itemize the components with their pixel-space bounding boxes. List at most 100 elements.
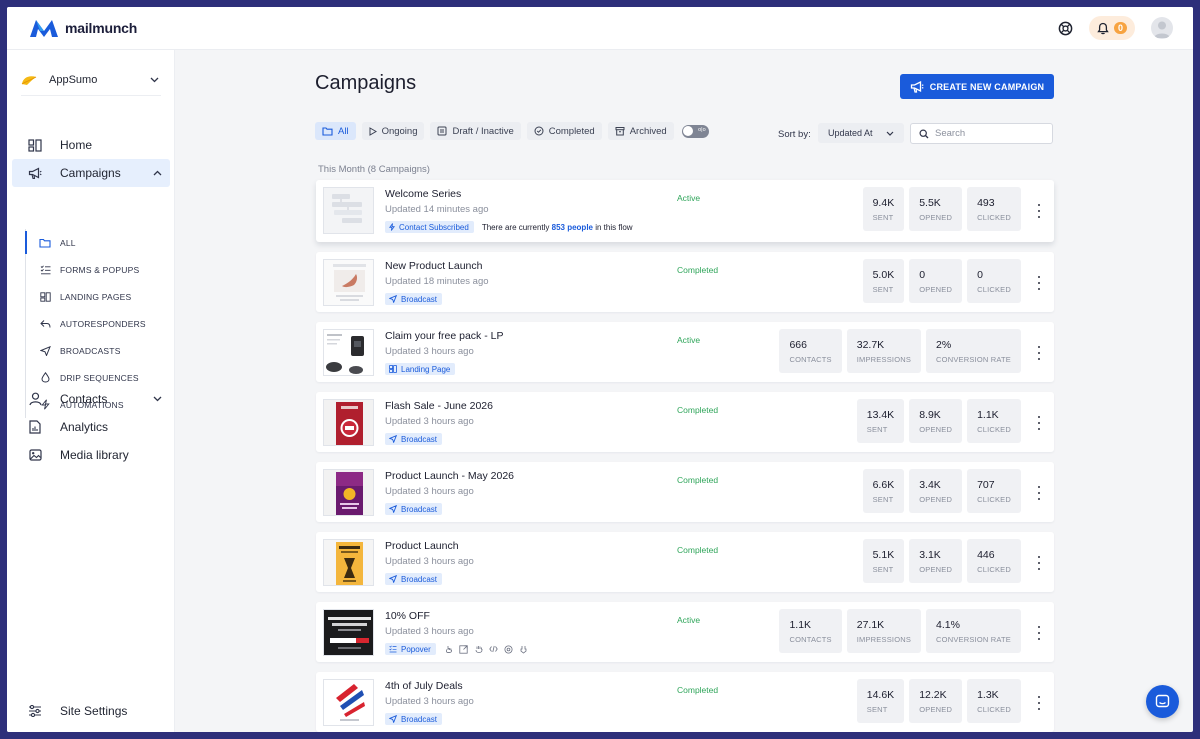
flow-note-pre: There are currently [481,222,552,232]
send-icon [389,435,397,443]
filter-label: Archived [629,125,667,137]
campaign-name[interactable]: New Product Launch [385,260,482,272]
filter-all[interactable]: All [315,122,356,140]
campaign-stats: 9.4K SENT 5.5K OPENED 493 CLICKED [858,187,1021,231]
sidebar-item-campaigns[interactable]: Campaigns [12,159,170,187]
campaign-name[interactable]: Claim your free pack - LP [385,330,503,342]
campaign-row[interactable]: 10% OFF Updated 3 hours ago Popover Acti… [316,602,1054,662]
submenu-item-broadcasts[interactable]: BROADCASTS [26,337,170,364]
status-badge: Active [677,615,701,625]
sidebar-item-site-settings[interactable]: Site Settings [12,697,170,725]
campaign-list: Welcome Series Updated 14 minutes ago Co… [316,180,1054,732]
archived-toggle[interactable]: o|o [681,124,709,138]
main-content: Campaigns CREATE NEW CAMPAIGN All Ongoin… [175,50,1193,732]
more-options-icon[interactable] [1036,204,1042,218]
stat-value: 446 [977,548,995,561]
workspace-selector[interactable]: AppSumo [21,64,161,96]
campaign-name[interactable]: 4th of July Deals [385,680,463,692]
filter-label: All [338,125,349,137]
chevron-up-icon [153,170,162,176]
logo[interactable]: mailmunch [28,16,137,40]
campaign-type-tag: Popover [385,643,436,655]
submenu-item-landing-pages[interactable]: LANDING PAGES [26,283,170,310]
campaign-thumbnail[interactable] [323,609,374,656]
create-campaign-button[interactable]: CREATE NEW CAMPAIGN [900,74,1054,99]
more-options-icon[interactable] [1036,346,1042,360]
campaign-name[interactable]: Flash Sale - June 2026 [385,400,493,412]
sort-value: Updated At [828,128,873,138]
sidebar-item-contacts[interactable]: Contacts [12,385,170,413]
more-options-icon[interactable] [1036,276,1042,290]
stat-label: CLICKED [977,704,1011,714]
campaign-thumbnail[interactable] [323,539,374,586]
campaign-name[interactable]: Product Launch - May 2026 [385,470,514,482]
top-bar: mailmunch 0 [7,7,1193,50]
sidebar-item-analytics[interactable]: Analytics [12,413,170,441]
stat-opened: 12.2K OPENED [909,679,963,723]
filter-archived[interactable]: Archived [607,122,674,140]
campaign-thumbnail[interactable] [323,259,374,306]
stat-value: 32.7K [856,338,885,351]
filter-completed[interactable]: Completed [526,122,602,140]
submenu-label: FORMS & POPUPS [60,264,140,275]
flow-note-post: in this flow [593,222,633,232]
chat-button[interactable] [1146,685,1179,718]
submenu-label: ALL [60,237,76,248]
campaign-row[interactable]: New Product Launch Updated 18 minutes ag… [316,252,1054,312]
more-options-icon[interactable] [1036,416,1042,430]
more-options-icon[interactable] [1036,626,1042,640]
stat-label: SENT [872,564,894,574]
campaign-row[interactable]: Claim your free pack - LP Updated 3 hour… [316,322,1054,382]
sidebar-item-label: Media library [60,448,129,462]
notifications-button[interactable]: 0 [1089,16,1135,40]
sort-dropdown[interactable]: Updated At [818,123,904,143]
campaign-updated: Updated 3 hours ago [385,416,474,427]
campaign-thumbnail[interactable] [323,187,374,234]
campaign-thumbnail[interactable] [323,469,374,516]
stat-label: SENT [866,424,888,434]
campaign-row[interactable]: Flash Sale - June 2026 Updated 3 hours a… [316,392,1054,452]
filter-draft-inactive[interactable]: Draft / Inactive [430,122,521,140]
stat-value: 666 [789,338,807,351]
campaign-updated: Updated 14 minutes ago [385,204,489,215]
campaign-thumbnail[interactable] [323,329,374,376]
campaign-type-tag: Broadcast [385,573,443,585]
campaign-row[interactable]: Product Launch - May 2026 Updated 3 hour… [316,462,1054,522]
campaign-type-tag: Broadcast [385,293,443,305]
more-options-icon[interactable] [1036,696,1042,710]
group-title: This Month (8 Campaigns) [318,164,430,175]
stat-value: 9.4K [872,196,895,209]
stat-value: 14.6K [866,688,895,701]
campaign-name[interactable]: Welcome Series [385,188,461,200]
more-options-icon[interactable] [1036,556,1042,570]
sidebar-item-media-library[interactable]: Media library [12,441,170,469]
stat-value: 1.3K [977,688,999,701]
campaign-row[interactable]: Welcome Series Updated 14 minutes ago Co… [316,180,1054,242]
search-input[interactable] [935,128,1035,139]
chevron-down-icon [153,396,162,402]
campaign-name[interactable]: Product Launch [385,540,459,552]
sidebar-item-home[interactable]: Home [12,131,170,159]
hand-pointer-icon [443,643,455,655]
campaign-thumbnail[interactable] [323,399,374,446]
submenu-item-autoresponders[interactable]: AUTORESPONDERS [26,310,170,337]
campaign-name[interactable]: 10% OFF [385,610,430,622]
stat-label: OPENED [919,424,953,434]
stat-clicked: 1.1K CLICKED [967,399,1021,443]
draft-icon [437,126,447,136]
stat-label: OPENED [919,212,953,222]
campaign-type-tag: Contact Subscribed [385,221,474,233]
campaign-row[interactable]: Product Launch Updated 3 hours ago Broad… [316,532,1054,592]
campaign-thumbnail[interactable] [323,679,374,726]
exit-intent-icon [458,643,470,655]
campaign-updated: Updated 3 hours ago [385,346,474,357]
help-icon[interactable] [1053,16,1077,40]
more-options-icon[interactable] [1036,486,1042,500]
filter-ongoing[interactable]: Ongoing [361,122,425,140]
submenu-item-all[interactable]: ALL [25,229,170,256]
list-check-icon [39,265,51,275]
campaign-row[interactable]: 4th of July Deals Updated 3 hours ago Br… [316,672,1054,732]
campaign-updated: Updated 18 minutes ago [385,276,489,287]
submenu-item-forms-popups[interactable]: FORMS & POPUPS [26,256,170,283]
user-avatar[interactable] [1151,17,1173,39]
